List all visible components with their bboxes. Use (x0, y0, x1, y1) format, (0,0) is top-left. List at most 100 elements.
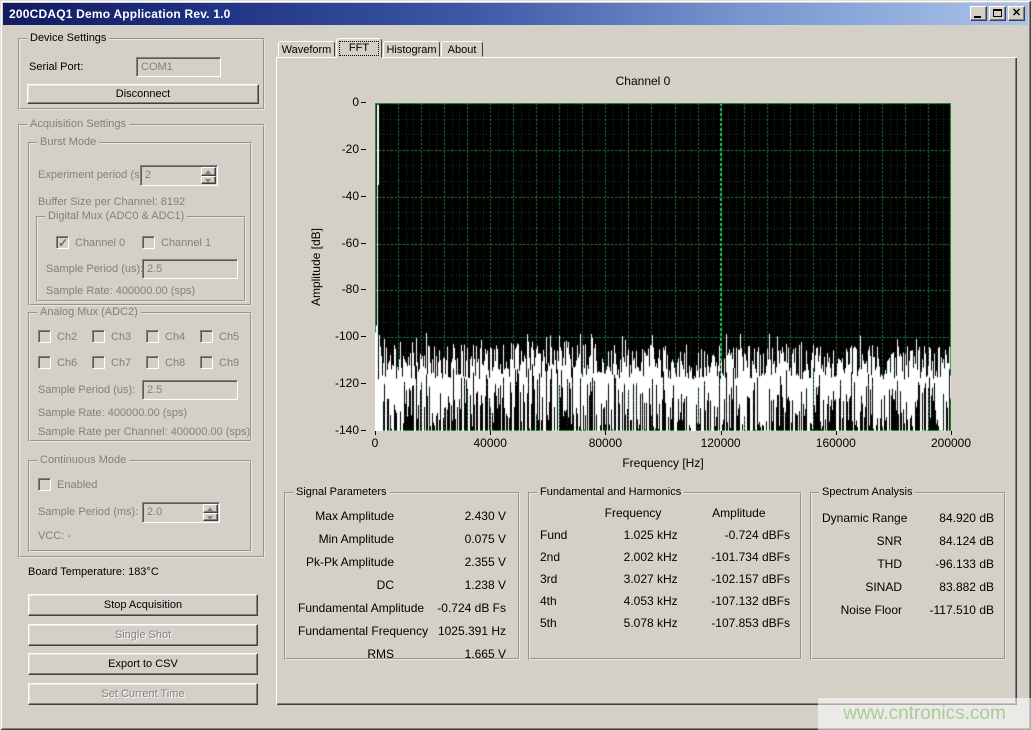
y-tick-label: -80 (326, 282, 366, 296)
harmonics-row: 4th4.053 kHz-107.132 dBFs (530, 590, 800, 612)
harmonic-name: 3rd (540, 572, 588, 586)
harmonics-row: Fund1.025 kHz-0.724 dBFs (530, 524, 800, 546)
y-tick-label: 0 (326, 95, 366, 109)
harmonic-frequency: 5.078 kHz (588, 616, 677, 630)
param-row: Max Amplitude2.430 V (286, 504, 518, 527)
watermark: www.cntronics.com (818, 698, 1031, 730)
harmonics-frequency-header: Frequency (588, 506, 677, 520)
set-current-time-button[interactable]: Set Current Time (28, 683, 258, 705)
stop-acquisition-button[interactable]: Stop Acquisition (28, 594, 258, 616)
single-shot-button[interactable]: Single Shot (28, 624, 258, 646)
board-temperature-text: Board Temperature: 183°C (28, 566, 159, 578)
channel0-checkbox-row: Channel 0 (56, 236, 125, 249)
harmonic-name: Fund (540, 528, 588, 542)
analog-sample-period-input[interactable]: 2.5 (142, 380, 238, 400)
ch3-checkbox-row: Ch3 (92, 330, 131, 343)
digital-sample-period-label: Sample Period (us): (46, 263, 143, 275)
harmonic-amplitude: -107.853 dBFs (688, 616, 790, 630)
ch4-label: Ch4 (165, 331, 185, 343)
spectrum-value: -117.510 dB (902, 603, 994, 617)
ch8-checkbox[interactable] (146, 356, 159, 369)
tab-waveform[interactable]: Waveform (278, 41, 335, 57)
spectrum-value: 83.882 dB (902, 580, 994, 594)
spin-down-button[interactable] (201, 176, 216, 185)
experiment-period-stepper[interactable]: 2 (140, 165, 218, 186)
tab-about[interactable]: About (441, 41, 483, 57)
param-label: DC (298, 578, 394, 592)
arrow-down-icon (207, 516, 213, 520)
experiment-period-label: Experiment period (s): (38, 169, 146, 181)
harmonic-frequency: 4.053 kHz (588, 594, 677, 608)
param-value: 1.238 V (394, 578, 506, 592)
close-icon: ✕ (1009, 7, 1024, 20)
y-tick-label: -140 (326, 423, 366, 437)
spectrum-label: SINAD (822, 580, 902, 594)
ch7-checkbox[interactable] (92, 356, 105, 369)
signal-parameters-group: Signal Parameters Max Amplitude2.430 V M… (284, 492, 520, 660)
ch6-checkbox[interactable] (38, 356, 51, 369)
harmonics-legend: Fundamental and Harmonics (537, 486, 684, 498)
continuous-spin-buttons (203, 504, 218, 521)
channel0-checkbox[interactable] (56, 236, 69, 249)
spectrum-row: THD-96.133 dB (812, 552, 1004, 575)
ch9-label: Ch9 (219, 357, 239, 369)
spin-up-button[interactable] (203, 504, 218, 513)
spectrum-row: Noise Floor-117.510 dB (812, 598, 1004, 621)
spectrum-value: 84.124 dB (902, 534, 994, 548)
ch5-checkbox-row: Ch5 (200, 330, 239, 343)
close-button[interactable]: ✕ (1008, 6, 1025, 21)
x-tick-label: 200000 (919, 436, 983, 450)
app-window: 200CDAQ1 Demo Application Rev. 1.0 ✕ Dev… (0, 0, 1031, 730)
channel0-label: Channel 0 (75, 237, 125, 249)
spectrum-analysis-rows: Dynamic Range84.920 dB SNR84.124 dB THD-… (812, 506, 1004, 621)
ch8-checkbox-row: Ch8 (146, 356, 185, 369)
maximize-button[interactable] (989, 6, 1006, 21)
tab-histogram[interactable]: Histogram (383, 41, 440, 57)
channel1-label: Channel 1 (161, 237, 211, 249)
analog-sample-period-label: Sample Period (us): (38, 384, 135, 396)
titlebar-buttons: ✕ (970, 6, 1025, 21)
param-label: Min Amplitude (298, 532, 394, 546)
harmonic-frequency: 2.002 kHz (588, 550, 677, 564)
param-value: 1.665 V (394, 647, 506, 661)
ch3-checkbox[interactable] (92, 330, 105, 343)
spin-up-button[interactable] (201, 167, 216, 176)
enabled-checkbox[interactable] (38, 478, 51, 491)
signal-parameters-legend: Signal Parameters (293, 486, 390, 498)
y-tick-label: -40 (326, 189, 366, 203)
fft-plot[interactable] (375, 103, 951, 431)
ch2-label: Ch2 (57, 331, 77, 343)
serial-port-label: Serial Port: (29, 61, 83, 73)
spectrum-label: SNR (822, 534, 902, 548)
x-tick-label: 160000 (804, 436, 868, 450)
signal-parameters-rows: Max Amplitude2.430 V Min Amplitude0.075 … (286, 504, 518, 665)
chart-title: Channel 0 (375, 74, 911, 88)
export-to-csv-button[interactable]: Export to CSV (28, 653, 258, 675)
title-bar: 200CDAQ1 Demo Application Rev. 1.0 ✕ (3, 3, 1028, 25)
ch4-checkbox[interactable] (146, 330, 159, 343)
spectrum-analysis-group: Spectrum Analysis Dynamic Range84.920 dB… (810, 492, 1006, 660)
harmonics-row: 3rd3.027 kHz-102.157 dBFs (530, 568, 800, 590)
spin-down-button[interactable] (203, 513, 218, 522)
spectrum-label: Dynamic Range (822, 511, 907, 525)
continuous-sample-period-stepper[interactable]: 2.0 (142, 502, 220, 523)
enabled-label: Enabled (57, 479, 97, 491)
tab-fft[interactable]: FFT (336, 38, 382, 58)
ch9-checkbox-row: Ch9 (200, 356, 239, 369)
serial-port-input[interactable]: COM1 (136, 57, 221, 77)
harmonic-name: 2nd (540, 550, 588, 564)
digital-sample-period-input[interactable]: 2.5 (142, 259, 238, 279)
harmonics-row: 2nd2.002 kHz-101.734 dBFs (530, 546, 800, 568)
minimize-button[interactable] (970, 6, 987, 21)
ch2-checkbox[interactable] (38, 330, 51, 343)
minimize-icon (974, 16, 981, 18)
ch5-checkbox[interactable] (200, 330, 213, 343)
param-value: 1025.391 Hz (428, 624, 506, 638)
analog-sample-rate-per-channel-text: Sample Rate per Channel: 400000.00 (sps) (38, 426, 250, 438)
acquisition-settings-group: Acquisition Settings Burst Mode Experime… (18, 124, 265, 558)
enabled-checkbox-row: Enabled (38, 478, 97, 491)
y-axis-label: Amplitude [dB] (309, 212, 323, 322)
channel1-checkbox[interactable] (142, 236, 155, 249)
disconnect-button[interactable]: Disconnect (27, 84, 259, 104)
ch9-checkbox[interactable] (200, 356, 213, 369)
